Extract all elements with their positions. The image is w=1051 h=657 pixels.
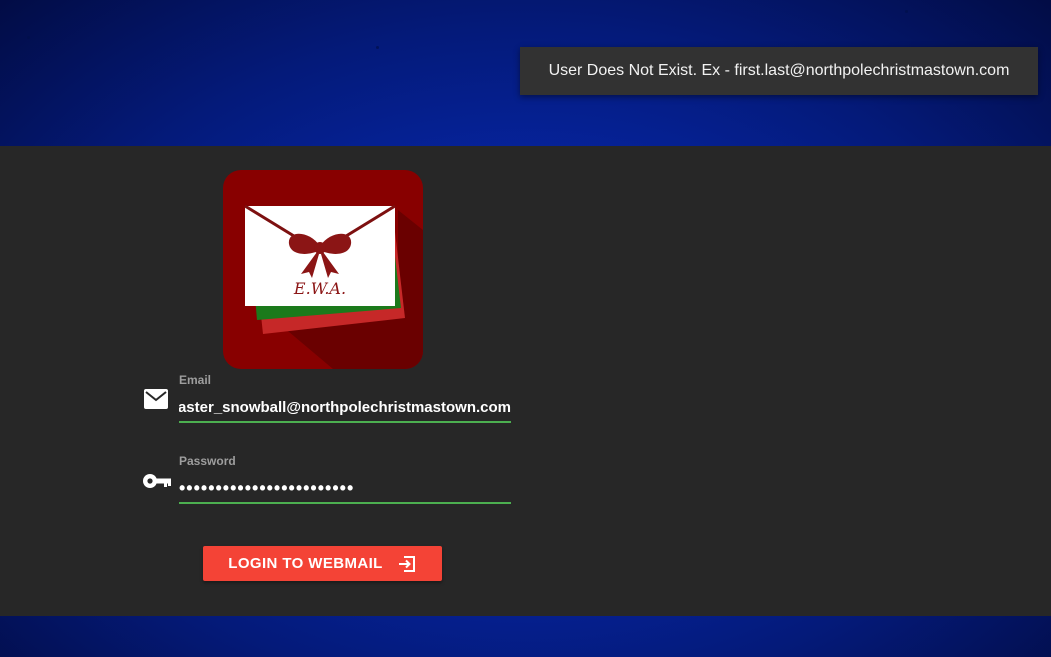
background-speck	[905, 10, 908, 13]
error-notification-text: User Does Not Exist. Ex - first.last@nor…	[548, 62, 1010, 79]
email-field[interactable]	[179, 393, 511, 423]
logo-text: E.W.A.	[293, 279, 346, 298]
email-label: Email	[179, 373, 212, 387]
password-label: Password	[179, 454, 236, 468]
key-icon	[143, 474, 171, 488]
background-speck	[376, 46, 379, 49]
error-notification: User Does Not Exist. Ex - first.last@nor…	[520, 47, 1038, 95]
background-speck	[27, 36, 30, 39]
envelope-bow-logo: E.W.A.	[223, 170, 423, 369]
mail-icon	[144, 389, 168, 409]
login-panel: E.W.A. Email Password LOGIN TO WEBMAIL	[0, 146, 1051, 616]
login-arrow-icon	[398, 555, 415, 572]
login-button-label: LOGIN TO WEBMAIL	[228, 555, 383, 572]
password-field[interactable]	[179, 474, 511, 504]
login-button[interactable]: LOGIN TO WEBMAIL	[203, 546, 442, 581]
